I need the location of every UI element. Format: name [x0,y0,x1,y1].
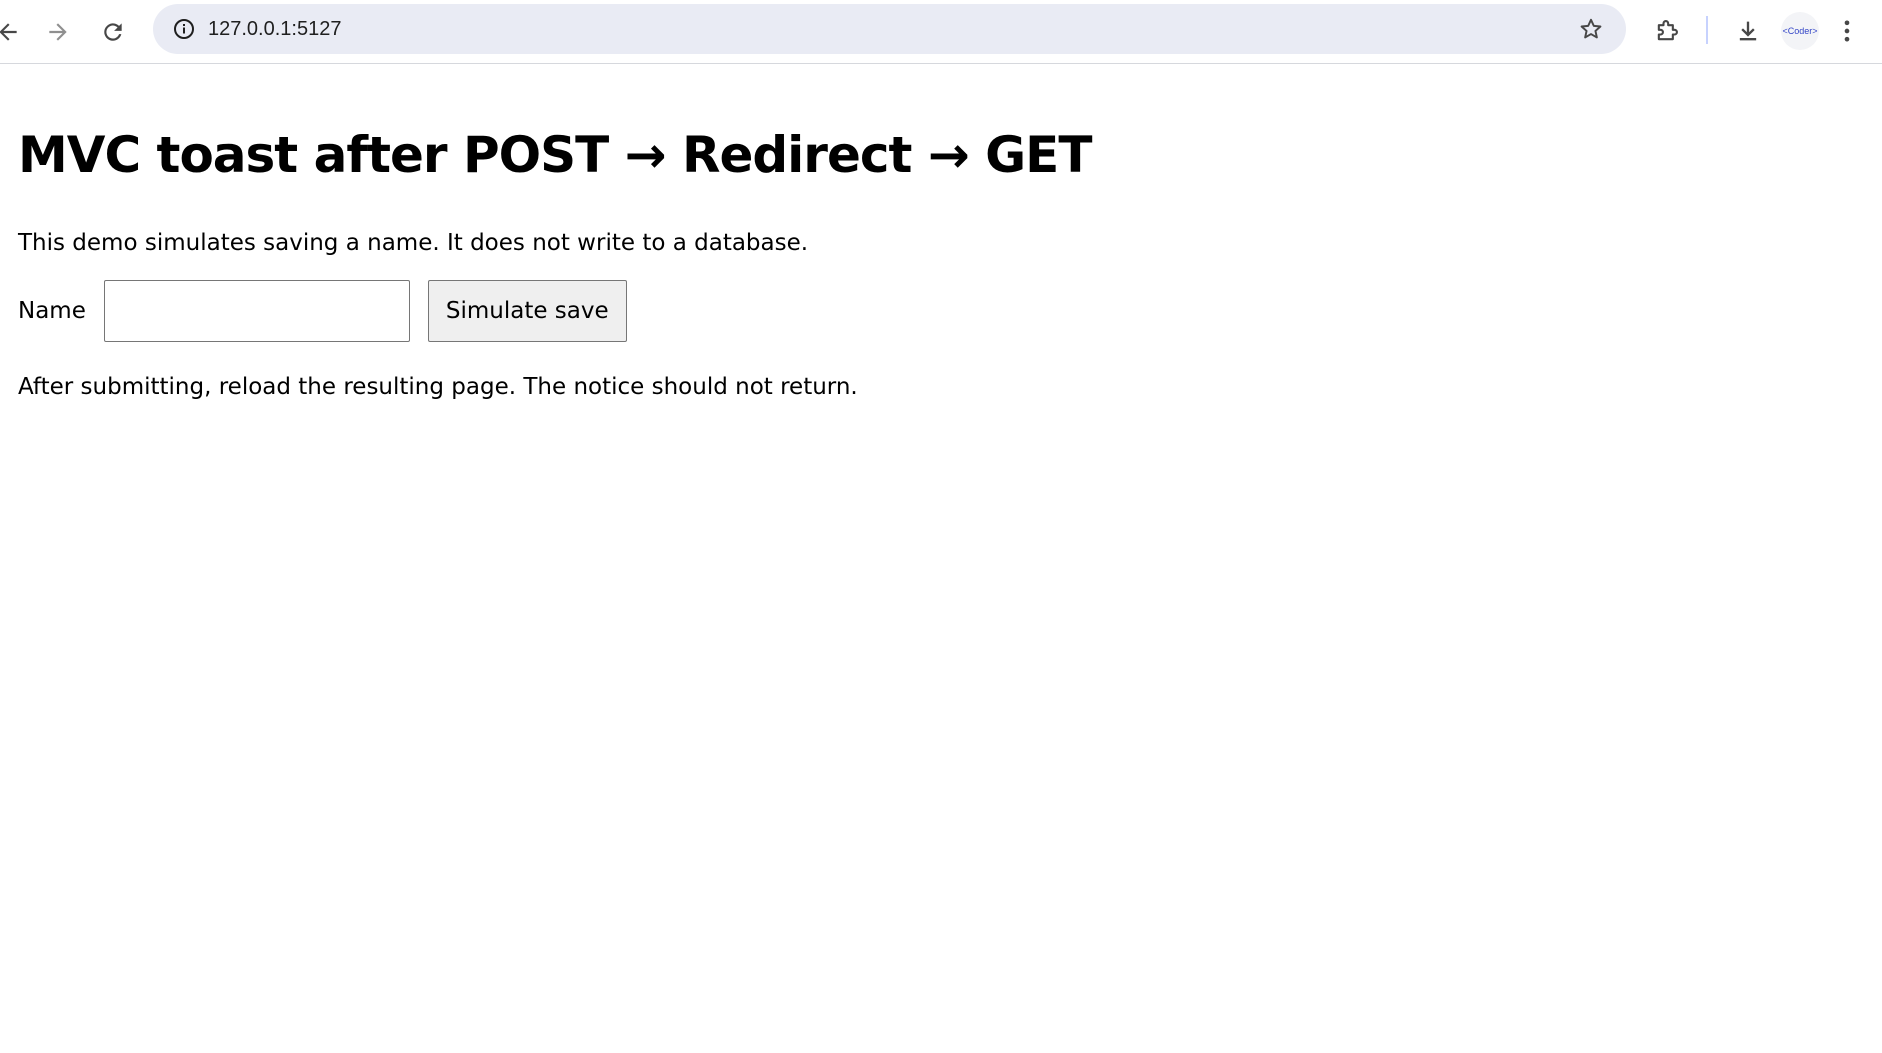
kebab-menu-icon [1844,20,1850,42]
avatar-text: <Coder> [1782,26,1818,36]
downloads-button[interactable] [1725,8,1771,54]
browser-menu-button[interactable] [1832,8,1862,54]
save-name-form: Name Simulate save [18,280,1858,342]
reload-icon [104,23,122,41]
name-input[interactable] [103,280,410,342]
page-content: MVC toast after POST → Redirect → GET Th… [18,64,1858,402]
address-bar[interactable]: 127.0.0.1:5127 [153,4,1626,54]
download-icon [1739,21,1757,41]
bookmark-button[interactable] [1570,8,1612,50]
browser-toolbar: 127.0.0.1:5127 <Coder> [0,0,1882,64]
url-text[interactable]: 127.0.0.1:5127 [208,16,341,42]
puzzle-icon [1657,20,1678,41]
profile-avatar[interactable]: <Coder> [1781,12,1819,50]
toolbar-divider [1706,16,1708,44]
intro-text: This demo simulates saving a name. It do… [18,230,809,256]
site-info-button[interactable] [163,8,205,50]
name-label: Name [18,298,86,324]
reload-button[interactable] [91,10,135,54]
arrow-left-icon [0,23,17,41]
forward-button[interactable] [36,10,80,54]
star-icon [1580,18,1602,39]
simulate-save-button[interactable]: Simulate save [427,280,627,342]
info-icon [174,19,194,39]
reload-note: After submitting, reload the resulting p… [18,374,858,400]
back-button[interactable] [0,10,30,54]
arrow-right-icon [49,23,67,41]
page-title: MVC toast after POST → Redirect → GET [18,126,1092,184]
extensions-button[interactable] [1644,8,1690,54]
